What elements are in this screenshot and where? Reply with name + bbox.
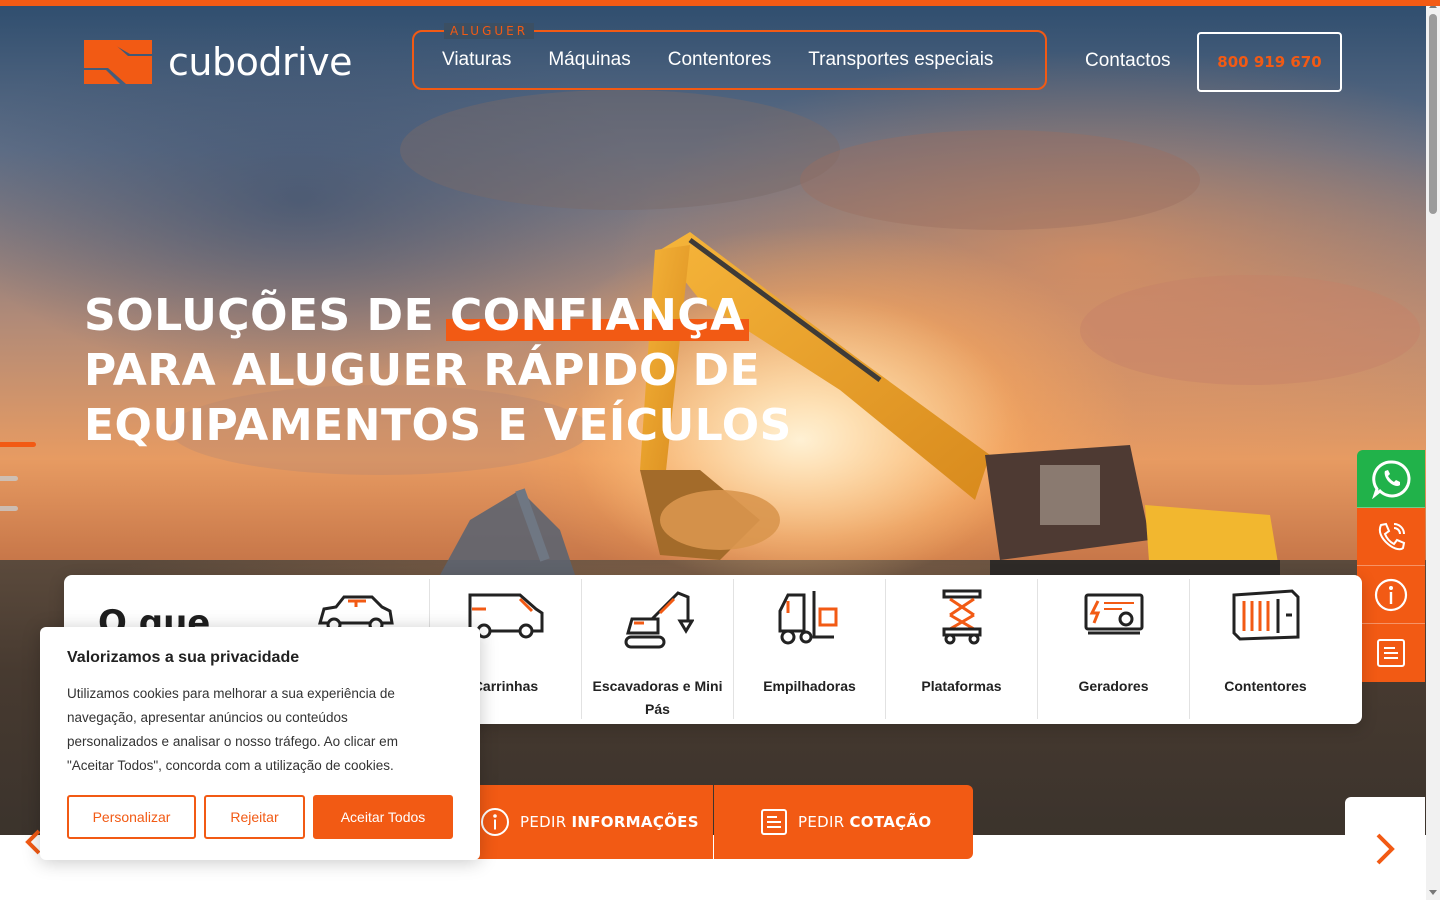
request-info-bold: INFORMAÇÕES — [571, 813, 699, 831]
floating-action-bar — [1357, 450, 1425, 682]
request-quote-prefix: PEDIR — [798, 813, 850, 831]
cookie-accept-button[interactable]: Aceitar Todos — [313, 795, 453, 839]
cookie-title: Valorizamos a sua privacidade — [67, 649, 300, 666]
request-quote-button[interactable]: PEDIR COTAÇÃO — [714, 785, 973, 859]
cookie-text: Utilizamos cookies para melhorar a sua e… — [67, 686, 398, 773]
request-info-prefix: PEDIR — [520, 813, 572, 831]
nav-item-viaturas[interactable]: Viaturas — [442, 49, 529, 71]
whatsapp-button[interactable] — [1357, 450, 1425, 508]
forklift-icon — [778, 591, 837, 645]
cookie-customize-button[interactable]: Personalizar — [67, 795, 196, 839]
brand-name: cubodrive — [168, 40, 353, 84]
document-icon — [761, 809, 787, 835]
nav-contacts-link[interactable]: Contactos — [1085, 50, 1171, 72]
hero-headline: SOLUÇÕES DE CONFIANÇA PARA ALUGUER RÁPID… — [84, 288, 792, 453]
slider-indicator-active[interactable] — [0, 442, 36, 447]
scissor-lift-icon — [942, 589, 981, 645]
call-button[interactable] — [1357, 508, 1425, 566]
category-contentores-label: Contentores — [1224, 678, 1307, 694]
category-empilhadoras[interactable]: Empilhadoras — [733, 579, 885, 719]
headline-highlight: CONFIANÇA — [445, 290, 749, 341]
excavator-icon — [624, 591, 694, 649]
quote-button[interactable] — [1357, 624, 1425, 682]
cubodrive-logo-icon — [84, 40, 152, 84]
category-empilhadoras-label: Empilhadoras — [763, 678, 856, 694]
headline-line3: EQUIPAMENTOS E VEÍCULOS — [84, 400, 792, 451]
category-geradores[interactable]: Geradores — [1037, 579, 1189, 719]
info-button[interactable] — [1357, 566, 1425, 624]
phone-icon — [1378, 522, 1406, 550]
top-accent-bar — [0, 0, 1440, 6]
headline-line1: SOLUÇÕES DE — [84, 290, 450, 341]
chevron-right-icon — [1376, 833, 1395, 864]
brand-logo[interactable]: cubodrive — [84, 40, 353, 84]
cookie-consent-dialog: Valorizamos a sua privacidade Utilizamos… — [40, 627, 480, 860]
document-icon — [1377, 639, 1405, 667]
category-escavadoras[interactable]: Escavadoras e Mini Pás — [581, 579, 733, 719]
category-escavadoras-label: Escavadoras e Mini Pás — [592, 678, 723, 717]
request-quote-bold: COTAÇÃO — [849, 813, 932, 831]
generator-icon — [1084, 593, 1143, 635]
headline-line2: PARA ALUGUER RÁPIDO DE — [84, 345, 761, 396]
nav-item-maquinas[interactable]: Máquinas — [548, 49, 648, 71]
container-icon — [1232, 589, 1299, 641]
rental-nav-group: ALUGUER Viaturas Máquinas Contentores Tr… — [412, 23, 1047, 90]
scrollbar-down-arrow[interactable] — [1429, 890, 1437, 895]
category-geradores-label: Geradores — [1078, 678, 1149, 694]
carousel-next-button[interactable] — [1345, 797, 1425, 900]
nav-item-transportes[interactable]: Transportes especiais — [808, 49, 1011, 71]
scrollbar-thumb[interactable] — [1429, 14, 1437, 214]
phone-number-button[interactable]: 800 919 670 — [1197, 32, 1342, 92]
cookie-reject-button[interactable]: Rejeitar — [204, 795, 305, 839]
slider-indicator[interactable] — [0, 476, 18, 481]
category-contentores[interactable]: Contentores — [1189, 579, 1341, 719]
info-icon — [1374, 578, 1408, 611]
request-info-button[interactable]: PEDIR INFORMAÇÕES — [470, 785, 713, 859]
slider-indicator[interactable] — [0, 506, 18, 511]
nav-item-contentores[interactable]: Contentores — [668, 49, 790, 71]
whatsapp-icon — [1372, 459, 1411, 499]
category-plataformas-label: Plataformas — [921, 678, 1002, 694]
category-plataformas[interactable]: Plataformas — [885, 579, 1037, 719]
info-icon — [481, 808, 509, 836]
